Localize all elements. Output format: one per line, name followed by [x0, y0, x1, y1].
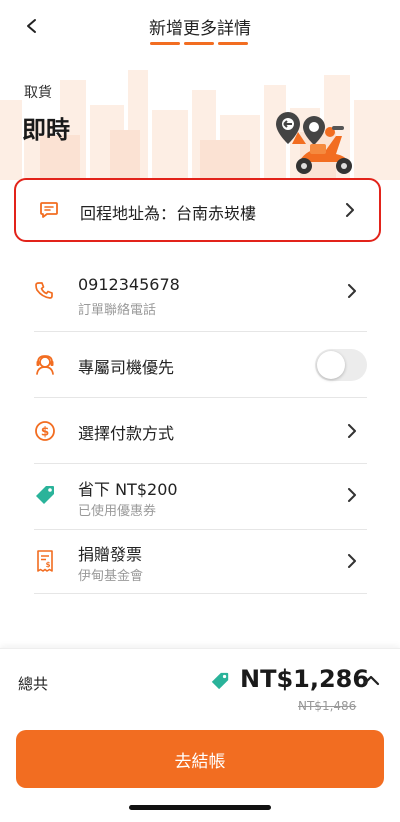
message-icon — [38, 199, 60, 221]
pickup-hero: 取貨 即時 — [0, 60, 400, 180]
chevron-right-icon — [348, 284, 356, 298]
pickup-time: 即時 — [22, 116, 70, 144]
chevron-right-icon — [348, 488, 356, 502]
coupon-row[interactable]: 省下 NT$200 已使用優惠券 — [34, 464, 367, 530]
return-address-label: 回程地址為：台南赤崁樓 — [80, 204, 257, 223]
preferred-driver-label: 專屬司機優先 — [78, 358, 175, 377]
tag-icon — [211, 672, 229, 690]
driver-icon — [34, 354, 56, 376]
contact-phone-row[interactable]: 0912345678 訂單聯絡電話 — [34, 266, 367, 332]
checkout-button[interactable]: 去結帳 — [16, 730, 384, 788]
home-indicator — [129, 805, 271, 810]
svg-text:$: $ — [41, 425, 49, 439]
total-amount: NT$1,286 — [240, 665, 370, 693]
chevron-up-icon[interactable] — [362, 673, 380, 687]
page-title: 新增更多詳情 — [149, 19, 251, 39]
tag-icon — [34, 484, 56, 506]
step-progress — [150, 42, 248, 45]
preferred-driver-row: 專屬司機優先 — [34, 332, 367, 398]
chevron-right-icon — [348, 424, 356, 438]
chevron-right-icon — [348, 554, 356, 568]
svg-text:$: $ — [46, 561, 51, 569]
scooter-courier-illustration — [276, 112, 352, 174]
dollar-icon: $ — [34, 420, 56, 442]
payment-method-label: 選擇付款方式 — [78, 424, 175, 443]
progress-step — [184, 42, 214, 45]
progress-step — [218, 42, 248, 45]
progress-step — [150, 42, 180, 45]
preferred-driver-toggle[interactable] — [315, 349, 367, 381]
coupon-savings: 省下 NT$200 — [78, 480, 178, 499]
invoice-label: 捐贈發票 — [78, 545, 143, 564]
invoice-donation-row[interactable]: $ 捐贈發票 伊甸基金會 — [34, 530, 367, 594]
phone-caption: 訂單聯絡電話 — [78, 303, 157, 318]
checkout-footer: 總共 NT$1,286 NT$1,486 去結帳 — [0, 648, 400, 822]
chevron-right-icon — [346, 203, 354, 217]
receipt-icon: $ — [34, 550, 56, 572]
phone-number: 0912345678 — [78, 275, 180, 294]
original-price: NT$1,486 — [298, 699, 357, 713]
phone-icon — [34, 280, 56, 302]
payment-method-row[interactable]: $ 選擇付款方式 — [34, 398, 367, 464]
total-label: 總共 — [18, 675, 49, 693]
invoice-recipient: 伊甸基金會 — [78, 569, 144, 584]
return-address-row[interactable]: 回程地址為：台南赤崁樓 — [14, 178, 381, 242]
top-bar: 新增更多詳情 — [0, 0, 400, 56]
toggle-knob — [317, 351, 345, 379]
pickup-label: 取貨 — [24, 85, 52, 101]
coupon-caption: 已使用優惠券 — [78, 504, 157, 519]
